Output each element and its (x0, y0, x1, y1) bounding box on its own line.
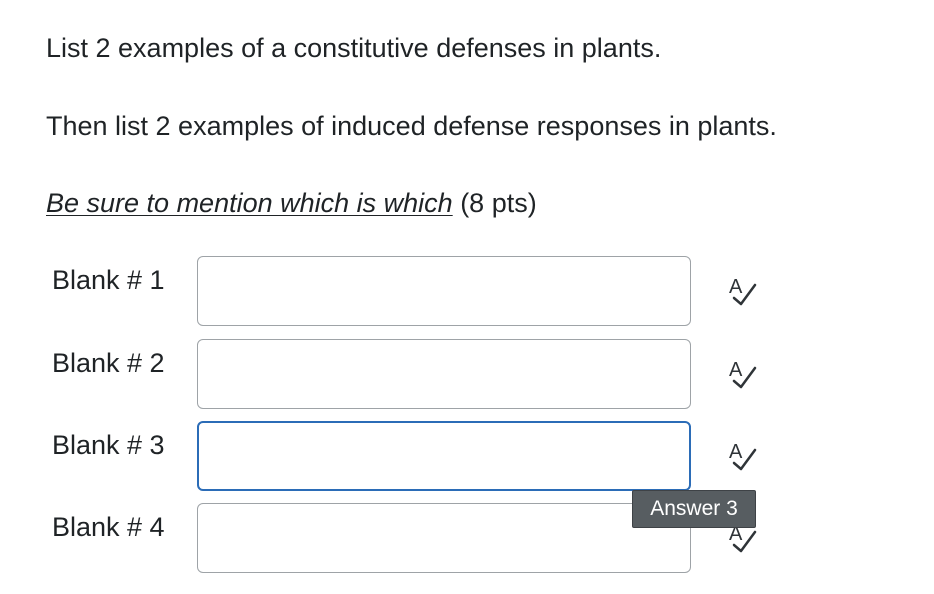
blank-4-label: Blank # 4 (52, 512, 165, 542)
tooltip: Answer 3 (632, 490, 756, 528)
spell-check-icon[interactable]: A (726, 439, 760, 473)
blank-2-label: Blank # 2 (52, 348, 165, 378)
svg-text:A: A (729, 359, 743, 381)
blank-2-input[interactable] (197, 339, 691, 409)
blank-1-input[interactable] (197, 256, 691, 326)
blank-4-input[interactable] (197, 503, 691, 573)
spell-check-icon[interactable]: A (726, 357, 760, 391)
svg-text:A: A (729, 441, 743, 463)
blank-3-input[interactable] (197, 421, 691, 491)
blank-1-label: Blank # 1 (52, 265, 165, 295)
blank-3-label: Blank # 3 (52, 430, 165, 460)
question-emphasis: Be sure to mention which is which (46, 188, 453, 218)
question-line-1: List 2 examples of a constitutive defens… (46, 33, 662, 63)
question-line-2: Then list 2 examples of induced defense … (46, 111, 777, 141)
question-points: (8 pts) (452, 188, 537, 218)
question-line-3: Be sure to mention which is which (8 pts… (46, 187, 537, 219)
svg-text:A: A (729, 276, 743, 298)
spell-check-icon[interactable]: A (726, 274, 760, 308)
